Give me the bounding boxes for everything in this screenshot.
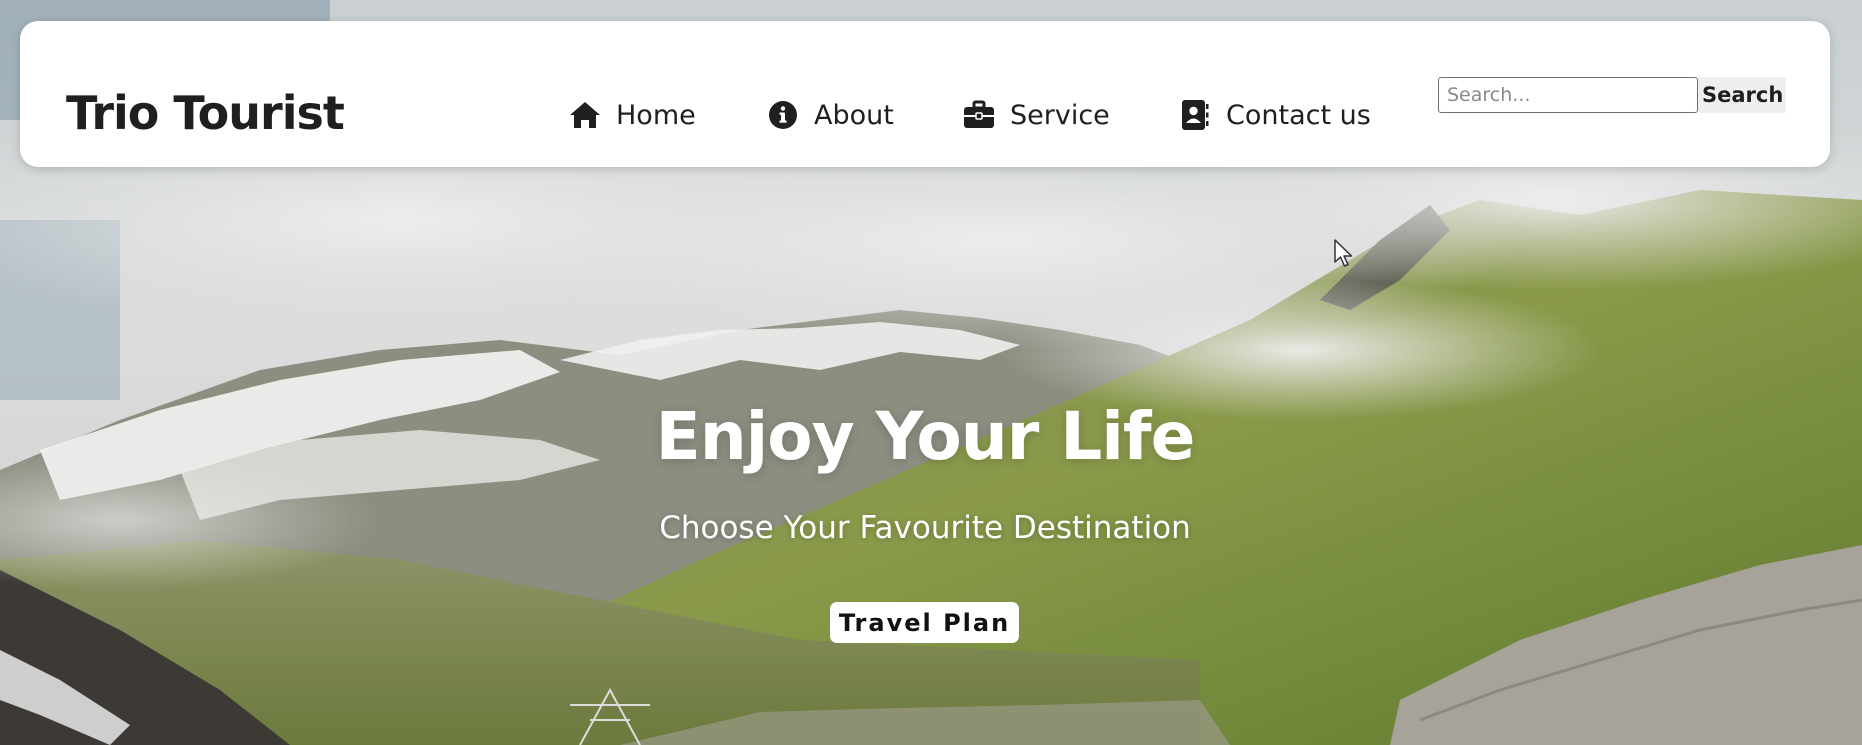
- briefcase-icon: [962, 98, 996, 132]
- nav-label-home: Home: [616, 99, 696, 131]
- info-icon: [766, 98, 800, 132]
- hero-title: Enjoy Your Life: [655, 398, 1196, 475]
- hero-subtitle: Choose Your Favourite Destination: [659, 510, 1191, 546]
- nav-link-home[interactable]: Home: [568, 93, 696, 137]
- nav-label-contact: Contact us: [1226, 99, 1371, 131]
- nav-link-contact[interactable]: Contact us: [1178, 93, 1371, 137]
- brand-logo-text[interactable]: Trio Tourist: [66, 83, 345, 143]
- mouse-cursor-icon: [1333, 238, 1355, 268]
- nav-link-service[interactable]: Service: [962, 93, 1110, 137]
- nav-link-about[interactable]: About: [766, 93, 894, 137]
- nav-label-about: About: [814, 99, 894, 131]
- nav-label-service: Service: [1010, 99, 1110, 131]
- travel-plan-button[interactable]: Travel Plan: [830, 602, 1019, 643]
- navbar: Trio Tourist Home About Service Contact …: [20, 21, 1830, 167]
- search-button[interactable]: Search: [1698, 77, 1786, 113]
- search-input[interactable]: [1438, 77, 1698, 113]
- home-icon: [568, 98, 602, 132]
- contact-book-icon: [1178, 98, 1212, 132]
